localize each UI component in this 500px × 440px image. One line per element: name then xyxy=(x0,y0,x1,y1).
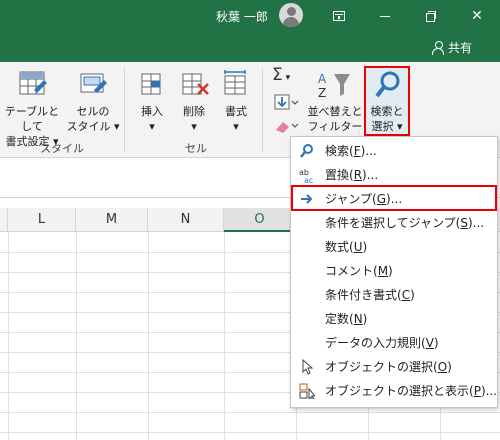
column-header-l[interactable]: L xyxy=(8,208,76,232)
sigma-icon: Σ xyxy=(272,65,283,85)
restore-button[interactable] xyxy=(408,0,454,32)
column-header-n[interactable]: N xyxy=(148,208,224,232)
menu-item-comments[interactable]: コメント(M) xyxy=(291,259,497,283)
magnifier-icon xyxy=(375,71,400,98)
column-header-o[interactable]: O xyxy=(224,208,296,232)
fill-button[interactable] xyxy=(272,94,300,114)
group-label-styles: スタイル xyxy=(40,142,84,155)
menu-item-selection-pane[interactable]: オブジェクトの選択と表示(P)... xyxy=(291,379,497,403)
menu-item-replace[interactable]: ab ac 置換(R)... xyxy=(291,163,497,187)
svg-text:Z: Z xyxy=(318,86,326,100)
autosum-button[interactable]: Σ ▾ xyxy=(272,65,300,90)
cursor-icon xyxy=(302,359,314,375)
format-button[interactable]: 書式 ▾ xyxy=(218,104,254,134)
user-name: 秋葉 一郎 xyxy=(216,10,268,24)
ribbon-display-options-button[interactable] xyxy=(316,0,362,32)
share-button[interactable]: 共有 xyxy=(432,39,472,56)
svg-text:ac: ac xyxy=(304,176,313,183)
avatar[interactable] xyxy=(279,3,303,27)
replace-icon: abac xyxy=(299,168,313,183)
menu-item-constants[interactable]: 定数(N) xyxy=(291,307,497,331)
eraser-icon xyxy=(276,122,299,133)
fill-down-icon xyxy=(274,94,299,110)
close-icon: ✕ xyxy=(471,8,483,24)
ribbon-display-icon xyxy=(333,11,345,21)
menu-item-conditional-formatting[interactable]: 条件付き書式(C) xyxy=(291,283,497,307)
format-as-table-icon xyxy=(19,71,47,95)
svg-text:A: A xyxy=(318,72,327,86)
delete-cells-icon xyxy=(182,73,209,95)
menu-item-goto-special[interactable]: 条件を選択してジャンプ(S)... xyxy=(291,211,497,235)
find-select-button[interactable]: 検索と 選択 ▾ xyxy=(364,66,410,136)
share-label: 共有 xyxy=(448,41,473,55)
minimize-button[interactable] xyxy=(362,0,408,32)
find-select-menu: 検索(F)... ab ac 置換(R)... ジャンプ(G)... 条件を選択し… xyxy=(290,136,498,408)
clear-button[interactable] xyxy=(272,118,300,138)
restore-icon xyxy=(426,11,436,22)
group-label-cells: セル xyxy=(185,142,207,155)
menu-item-find[interactable]: 検索(F)... xyxy=(291,139,497,163)
cell-styles-button[interactable]: セルの スタイル ▾ xyxy=(64,104,122,134)
sort-filter-icon: A Z xyxy=(318,72,350,100)
minimize-icon xyxy=(380,15,390,17)
close-button[interactable]: ✕ xyxy=(454,0,500,32)
cell-styles-icon xyxy=(80,73,107,93)
highlight-goto xyxy=(291,185,497,211)
format-cells-icon xyxy=(224,70,246,95)
insert-cells-icon xyxy=(141,73,161,95)
person-icon xyxy=(432,41,444,55)
share-bar: 共有 xyxy=(0,32,500,62)
menu-item-select-objects[interactable]: オブジェクトの選択(O) xyxy=(291,355,497,379)
title-bar: 秋葉 一郎 ✕ xyxy=(0,0,500,32)
menu-item-data-validation[interactable]: データの入力規則(V) xyxy=(291,331,497,355)
selection-pane-icon xyxy=(299,383,315,399)
search-icon xyxy=(300,144,313,158)
column-header-m[interactable]: M xyxy=(76,208,148,232)
menu-item-formulas[interactable]: 数式(U) xyxy=(291,235,497,259)
insert-button[interactable]: 挿入 ▾ xyxy=(134,104,170,134)
delete-button[interactable]: 削除 ▾ xyxy=(176,104,212,134)
